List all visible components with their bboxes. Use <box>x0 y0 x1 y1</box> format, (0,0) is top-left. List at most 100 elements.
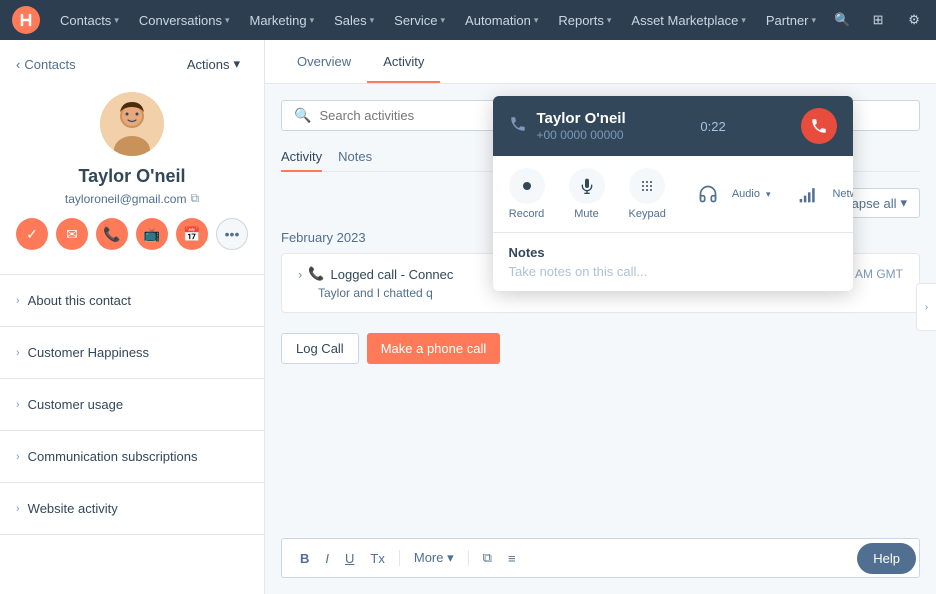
keypad-button[interactable]: Keypad <box>629 168 666 220</box>
italic-button[interactable]: I <box>319 548 335 569</box>
sidebar-header: ‹ Contacts Actions ▾ <box>0 40 264 84</box>
chevron-down-icon: ▾ <box>310 15 315 26</box>
nav-automation[interactable]: Automation ▾ <box>457 9 546 32</box>
record-icon <box>509 168 545 204</box>
activity-actions: Log Call Make a phone call <box>281 321 920 368</box>
divider <box>0 274 264 275</box>
network-icon <box>790 176 826 212</box>
email-button[interactable]: ✉ <box>56 218 88 250</box>
app-layout: ‹ Contacts Actions ▾ <box>0 40 936 594</box>
list-button[interactable]: ≡ <box>502 548 522 569</box>
chevron-down-icon: ▾ <box>370 15 375 26</box>
call-popup: Taylor O'neil +00 0000 00000 0:22 Reco <box>493 96 853 291</box>
audio-button[interactable]: Audio ▾ <box>690 176 771 212</box>
sidebar-item-website-activity[interactable]: › Website activity <box>0 491 264 526</box>
chevron-right-icon: › <box>298 267 302 282</box>
mute-button[interactable]: Mute <box>569 168 605 220</box>
meeting-button[interactable]: 📺 <box>136 218 168 250</box>
divider <box>0 430 264 431</box>
make-phone-call-button[interactable]: Make a phone call <box>367 333 501 364</box>
underline-button[interactable]: U <box>339 548 360 569</box>
chevron-left-icon: › <box>925 302 928 313</box>
nav-conversations[interactable]: Conversations ▾ <box>131 9 238 32</box>
chevron-down-icon: ▾ <box>534 15 539 26</box>
chevron-right-icon: › <box>16 451 20 463</box>
tab-overview[interactable]: Overview <box>281 42 367 83</box>
chevron-right-icon: › <box>16 399 20 411</box>
nav-marketing[interactable]: Marketing ▾ <box>241 9 322 32</box>
chevron-down-icon: ▾ <box>441 15 446 26</box>
contact-name: Taylor O'neil <box>16 166 248 187</box>
divider <box>0 482 264 483</box>
nav-partner[interactable]: Partner ▾ <box>758 9 824 32</box>
chevron-down-icon: ▾ <box>114 15 119 26</box>
divider <box>0 534 264 535</box>
more-actions-button[interactable]: ••• <box>216 218 248 250</box>
contact-email: tayloroneil@gmail.com ⧉ <box>16 191 248 206</box>
hubspot-logo[interactable] <box>12 6 40 34</box>
chevron-right-icon: › <box>16 347 20 359</box>
contacts-breadcrumb[interactable]: ‹ Contacts <box>16 57 76 72</box>
chevron-down-icon: ▾ <box>766 189 771 200</box>
divider <box>399 550 400 566</box>
contact-actions: ✓ ✉ 📞 📺 📅 ••• <box>16 218 248 250</box>
filter-tab-activity[interactable]: Activity <box>281 143 322 172</box>
main-content: Overview Activity 🔍 Activity Notes Colla… <box>265 40 936 594</box>
search-icon: 🔍 <box>294 107 311 124</box>
editor-toolbar: B I U Tx More ▾ ⧉ ≡ <box>281 538 920 578</box>
copy-icon[interactable]: ⧉ <box>190 191 199 206</box>
chevron-down-icon: ▾ <box>225 15 230 26</box>
avatar <box>100 92 164 156</box>
nav-right: 🔍 ⊞ ⚙ 🔔 T ▾ <box>828 6 936 34</box>
more-button[interactable]: More ▾ <box>408 547 460 569</box>
settings-icon[interactable]: ⚙ <box>900 6 928 34</box>
sidebar-item-customer-usage[interactable]: › Customer usage <box>0 387 264 422</box>
sidebar-item-about[interactable]: › About this contact <box>0 283 264 318</box>
log-call-button[interactable]: Log Call <box>281 333 359 364</box>
call-popup-header: Taylor O'neil +00 0000 00000 0:22 <box>493 96 853 156</box>
chevron-right-icon: › <box>16 295 20 307</box>
link-button[interactable]: ⧉ <box>477 547 498 569</box>
nav-asset-marketplace[interactable]: Asset Marketplace ▾ <box>623 9 753 32</box>
sidebar-item-customer-happiness[interactable]: › Customer Happiness <box>0 335 264 370</box>
call-notes: Notes Take notes on this call... <box>493 233 853 291</box>
help-button[interactable]: Help <box>857 543 916 574</box>
keypad-icon <box>629 168 665 204</box>
nav-reports[interactable]: Reports ▾ <box>550 9 619 32</box>
call-ctrl-right: Audio ▾ Network <box>690 176 853 212</box>
nav-contacts[interactable]: Contacts ▾ <box>52 9 127 32</box>
task-button[interactable]: ✓ <box>16 218 48 250</box>
end-call-button[interactable] <box>801 108 837 144</box>
bold-button[interactable]: B <box>294 548 315 569</box>
chevron-down-icon: ▾ <box>741 15 746 26</box>
call-button[interactable]: 📞 <box>96 218 128 250</box>
activity-title: › 📞 Logged call - Connec <box>298 266 453 282</box>
left-sidebar: ‹ Contacts Actions ▾ <box>0 40 265 594</box>
actions-button[interactable]: Actions ▾ <box>179 52 248 76</box>
chevron-right-icon: › <box>16 503 20 515</box>
schedule-button[interactable]: 📅 <box>176 218 208 250</box>
call-timer: 0:22 <box>700 119 725 134</box>
grid-icon[interactable]: ⊞ <box>864 6 892 34</box>
mute-icon <box>569 168 605 204</box>
tab-activity[interactable]: Activity <box>367 42 440 83</box>
search-icon[interactable]: 🔍 <box>828 6 856 34</box>
chevron-left-icon: ‹ <box>16 57 20 72</box>
filter-tab-notes[interactable]: Notes <box>338 143 372 172</box>
headphone-icon <box>690 176 726 212</box>
phone-icon <box>509 115 527 138</box>
contact-profile: Taylor O'neil tayloroneil@gmail.com ⧉ ✓ … <box>0 84 264 266</box>
chevron-down-icon: ▾ <box>607 15 612 26</box>
collapse-panel-button[interactable]: › <box>916 283 936 331</box>
nav-sales[interactable]: Sales ▾ <box>326 9 382 32</box>
format-button[interactable]: Tx <box>364 548 390 569</box>
nav-service[interactable]: Service ▾ <box>386 9 453 32</box>
record-button[interactable]: Record <box>509 168 545 220</box>
call-controls: Record Mute <box>493 156 853 233</box>
sidebar-item-communication-subscriptions[interactable]: › Communication subscriptions <box>0 439 264 474</box>
phone-icon: 📞 <box>308 266 324 282</box>
call-info: Taylor O'neil +00 0000 00000 <box>509 110 626 142</box>
network-button[interactable]: Network <box>790 176 852 212</box>
caller-info: Taylor O'neil +00 0000 00000 <box>537 110 626 142</box>
divider <box>0 326 264 327</box>
